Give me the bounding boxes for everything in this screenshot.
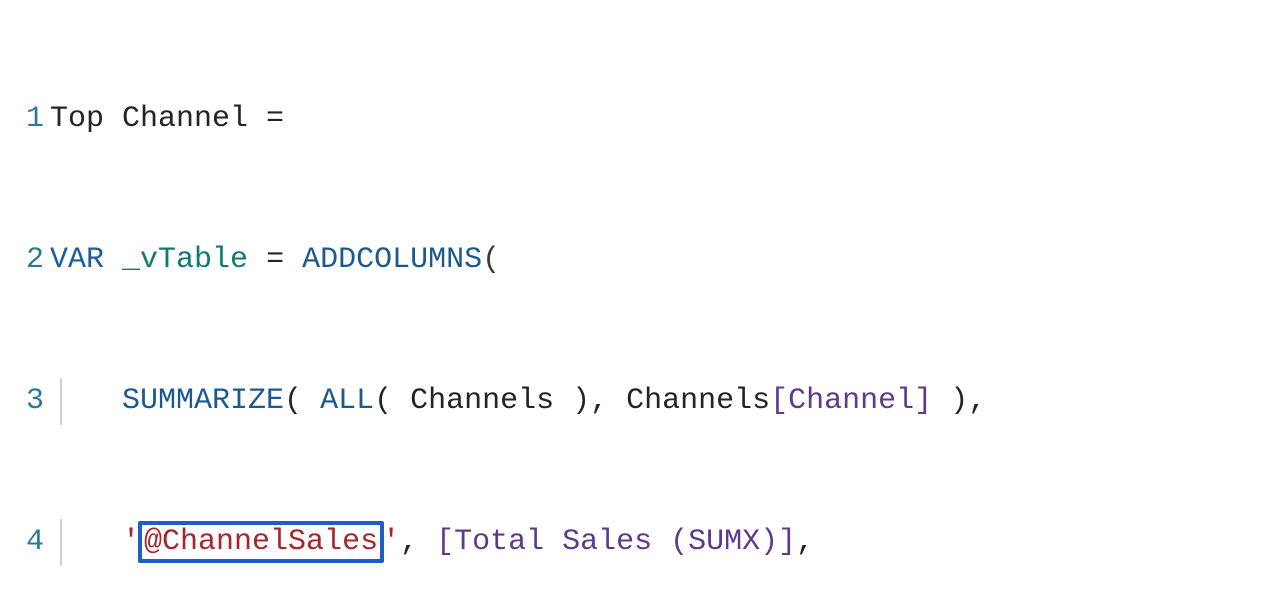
token-paren: (: [482, 243, 500, 277]
token-variable: _vTable: [122, 243, 248, 277]
line-number-gutter: 1 2 3 4 5 6 7 8 9 10 11 12 13: [0, 2, 50, 605]
code-area[interactable]: Top Channel = VAR _vTable = ADDCOLUMNS ( …: [50, 2, 1281, 605]
token-function: ALL: [320, 384, 374, 418]
highlight-box: @ChannelSales: [138, 521, 384, 563]
line-number: 4: [0, 519, 44, 566]
line-number: 1: [0, 96, 44, 143]
token-space: [104, 243, 122, 277]
token-plain: =: [248, 243, 302, 277]
code-line[interactable]: SUMMARIZE( ALL( Channels ), Channels[Cha…: [50, 378, 1281, 425]
token-string-quote: ': [382, 525, 400, 559]
token-plain: Top Channel =: [50, 102, 302, 136]
token-plain: ,: [796, 525, 814, 559]
line-number: 2: [0, 237, 44, 284]
dax-editor[interactable]: 1 2 3 4 5 6 7 8 9 10 11 12 13 Top Channe…: [0, 0, 1281, 605]
token-plain: ),: [932, 384, 986, 418]
token-keyword: VAR: [50, 243, 104, 277]
token-plain: (: [284, 384, 320, 418]
token-function: SUMMARIZE: [122, 384, 284, 418]
token-column: [Channel]: [770, 384, 932, 418]
token-function: ADDCOLUMNS: [302, 243, 482, 277]
code-line[interactable]: VAR _vTable = ADDCOLUMNS(: [50, 237, 1281, 284]
token-plain: ,: [400, 525, 436, 559]
token-plain: ( Channels ), Channels: [374, 384, 770, 418]
code-line[interactable]: Top Channel =: [50, 96, 1281, 143]
token-measure: [Total Sales (SUMX)]: [436, 525, 796, 559]
indent-guide: [60, 378, 62, 425]
indent-guide: [60, 519, 62, 566]
code-line[interactable]: '@ChannelSales', [Total Sales (SUMX)],: [50, 519, 1281, 566]
line-number: 3: [0, 378, 44, 425]
